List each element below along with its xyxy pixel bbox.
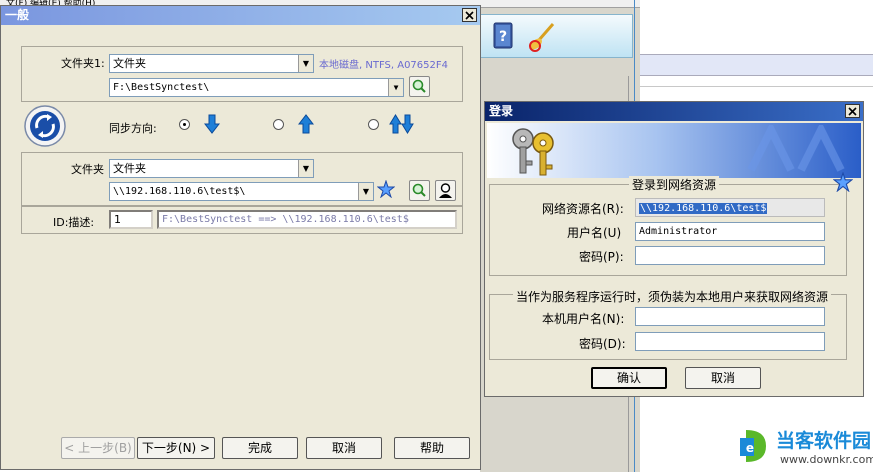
cancel-button[interactable]: 取消 xyxy=(306,437,382,459)
general-dialog-titlebar[interactable]: 一般 xyxy=(1,6,480,25)
watermark-url: www.downkr.com xyxy=(780,453,873,466)
login-group-title: 登录到网络资源 xyxy=(629,176,720,193)
svg-text:e: e xyxy=(746,441,754,455)
direction-radio-right[interactable] xyxy=(179,119,190,130)
login-banner xyxy=(487,123,861,178)
local-password-label: 密码(D): xyxy=(579,337,626,351)
star-icon xyxy=(833,172,853,192)
next-button[interactable]: 下一步(N) > xyxy=(137,437,215,459)
bg-toolbar: ? xyxy=(480,14,633,58)
folder2-type-value: 文件夹 xyxy=(113,162,146,175)
password-input[interactable] xyxy=(635,246,825,265)
folder1-path-select[interactable]: F:\BestSynctest\ ▼ xyxy=(109,78,404,97)
arrow-down-icon xyxy=(204,114,220,134)
folder2-login-button[interactable] xyxy=(435,180,456,201)
folder1-label: 文件夹1: xyxy=(61,57,105,70)
folder1-path-value: F:\BestSynctest\ xyxy=(113,82,210,93)
direction-radio-both[interactable] xyxy=(368,119,379,130)
folder2-path-select[interactable]: \\192.168.110.6\test$\ ▼ xyxy=(109,182,374,201)
search-icon xyxy=(412,183,426,197)
folder1-type-select[interactable]: 文件夹 ▼ xyxy=(109,54,314,73)
close-icon xyxy=(465,11,474,20)
chevron-down-icon: ▼ xyxy=(358,183,373,200)
login-ok-button[interactable]: 确认 xyxy=(591,367,667,389)
star-icon[interactable] xyxy=(377,180,395,198)
bg-header-strip xyxy=(640,54,873,76)
back-button[interactable]: < 上一步(B) xyxy=(61,437,135,459)
bg-divider xyxy=(640,86,873,87)
login-cancel-button[interactable]: 取消 xyxy=(685,367,761,389)
sync-logo xyxy=(23,104,67,148)
username-label: 用户名(U) xyxy=(567,226,622,240)
direction-radio-left[interactable] xyxy=(273,119,284,130)
chevron-down-icon: ▼ xyxy=(388,79,403,96)
login-dialog-titlebar[interactable]: 登录 xyxy=(485,102,863,121)
local-password-input[interactable] xyxy=(635,332,825,351)
chevron-down-icon: ▼ xyxy=(298,160,313,177)
login-close-button[interactable] xyxy=(845,104,860,118)
folder2-label: 文件夹 xyxy=(71,163,104,176)
resource-name-value: \\192.168.110.6\test$ xyxy=(639,203,768,214)
banner-decoration xyxy=(747,125,845,172)
clean-broom-icon[interactable] xyxy=(527,21,559,53)
arrow-both-icon xyxy=(389,114,414,134)
description-input[interactable]: F:\BestSynctest ==> \\192.168.110.6\test… xyxy=(157,210,457,229)
arrow-up-icon xyxy=(298,114,314,134)
folder2-browse-button[interactable] xyxy=(409,180,430,201)
resource-name-label: 网络资源名(R): xyxy=(542,202,624,216)
folder2-type-select[interactable]: 文件夹 ▼ xyxy=(109,159,314,178)
folder1-disk-info: 本地磁盘, NTFS, A07652F4 xyxy=(319,60,448,71)
folder2-path-value: \\192.168.110.6\test$\ xyxy=(113,186,246,197)
folder1-browse-button[interactable] xyxy=(409,76,430,97)
general-dialog: 一般 文件夹1: 文件夹 ▼ 本地磁盘, NTFS, A07652F4 F:\B… xyxy=(0,5,481,470)
watermark-logo-icon: e xyxy=(740,430,766,462)
svg-text:?: ? xyxy=(499,29,507,45)
local-username-label: 本机用户名(N): xyxy=(542,312,625,326)
search-icon xyxy=(412,79,426,93)
watermark: e 当客软件园 www.downkr.com xyxy=(736,424,873,470)
login-dialog-title: 登录 xyxy=(489,104,514,118)
sync-arrows-icon xyxy=(24,105,66,147)
folder1-type-value: 文件夹 xyxy=(113,57,146,70)
id-input[interactable]: 1 xyxy=(109,210,153,229)
close-button[interactable] xyxy=(462,8,477,22)
id-desc-label: ID:描述: xyxy=(53,216,95,229)
help-book-icon[interactable]: ? xyxy=(491,21,517,51)
login-dialog: 登录 登录到网络资源 网络资源名(R): \\192.168.110.6\tes… xyxy=(484,101,864,397)
close-icon xyxy=(848,107,857,116)
chevron-down-icon: ▼ xyxy=(298,55,313,72)
username-input[interactable]: Administrator xyxy=(635,222,825,241)
local-username-input[interactable] xyxy=(635,307,825,326)
help-button[interactable]: 帮助 xyxy=(394,437,470,459)
watermark-brand: 当客软件园 xyxy=(776,430,872,452)
finish-button[interactable]: 完成 xyxy=(222,437,298,459)
user-login-icon xyxy=(439,183,452,198)
service-group-title: 当作为服务程序运行时，须伪装为本地用户来获取网络资源 xyxy=(513,288,832,305)
password-label: 密码(P): xyxy=(579,250,624,264)
keys-icon xyxy=(512,128,554,176)
general-dialog-title: 一般 xyxy=(5,8,30,22)
sync-direction-label: 同步方向: xyxy=(109,122,157,135)
resource-name-field[interactable]: \\192.168.110.6\test$ xyxy=(635,198,825,217)
